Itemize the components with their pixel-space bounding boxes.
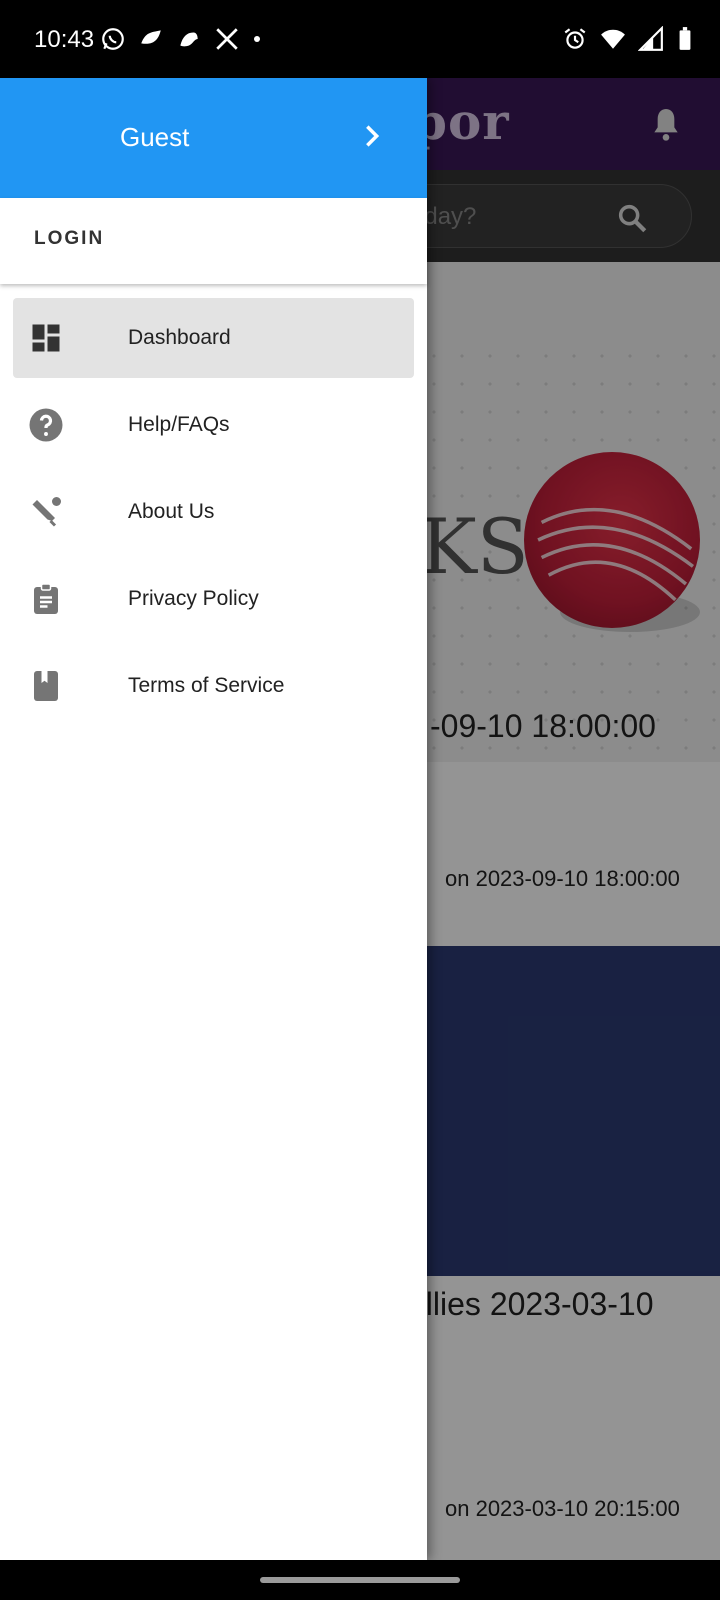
user-name: Guest bbox=[120, 122, 190, 152]
status-time: 10:43 bbox=[34, 26, 95, 53]
signal-icon bbox=[637, 25, 664, 52]
system-nav-bar bbox=[0, 1560, 720, 1600]
login-button[interactable]: LOGIN bbox=[34, 228, 104, 250]
chevron-right-icon[interactable] bbox=[358, 122, 386, 150]
menu-item-privacy[interactable]: Privacy Policy bbox=[0, 559, 427, 646]
cricket-icon bbox=[28, 494, 64, 530]
dashboard-icon bbox=[28, 320, 64, 356]
menu-item-about[interactable]: About Us bbox=[0, 472, 427, 559]
menu-label: Terms of Service bbox=[128, 674, 285, 697]
menu-item-dashboard[interactable]: Dashboard bbox=[0, 298, 427, 385]
battery-icon bbox=[676, 26, 694, 52]
wifi-icon bbox=[600, 26, 626, 52]
menu-item-terms[interactable]: Terms of Service bbox=[0, 646, 427, 733]
alarm-icon bbox=[562, 26, 588, 52]
navigation-drawer: Guest LOGIN Dashboard Help/FAQs About Us bbox=[0, 78, 427, 1560]
menu-label: Privacy Policy bbox=[128, 587, 259, 610]
book-icon bbox=[28, 668, 64, 704]
notification-icons bbox=[100, 26, 262, 52]
menu-item-help[interactable]: Help/FAQs bbox=[0, 385, 427, 472]
drawer-menu: Dashboard Help/FAQs About Us Privacy Pol… bbox=[0, 298, 427, 733]
x-icon bbox=[214, 26, 240, 52]
menu-label: Dashboard bbox=[128, 326, 231, 349]
home-gesture-handle[interactable] bbox=[260, 1577, 460, 1583]
clipboard-icon bbox=[28, 581, 64, 617]
bird-icon bbox=[176, 26, 202, 52]
login-card: LOGIN bbox=[0, 198, 427, 284]
whatsapp-icon bbox=[100, 26, 126, 52]
menu-label: About Us bbox=[128, 500, 215, 523]
drawer-header[interactable]: Guest bbox=[0, 78, 427, 198]
help-icon bbox=[28, 407, 64, 443]
dot-icon bbox=[252, 26, 262, 52]
app-icon bbox=[138, 26, 164, 52]
menu-label: Help/FAQs bbox=[128, 413, 230, 436]
system-icons bbox=[562, 25, 694, 52]
status-bar: 10:43 bbox=[0, 0, 720, 78]
